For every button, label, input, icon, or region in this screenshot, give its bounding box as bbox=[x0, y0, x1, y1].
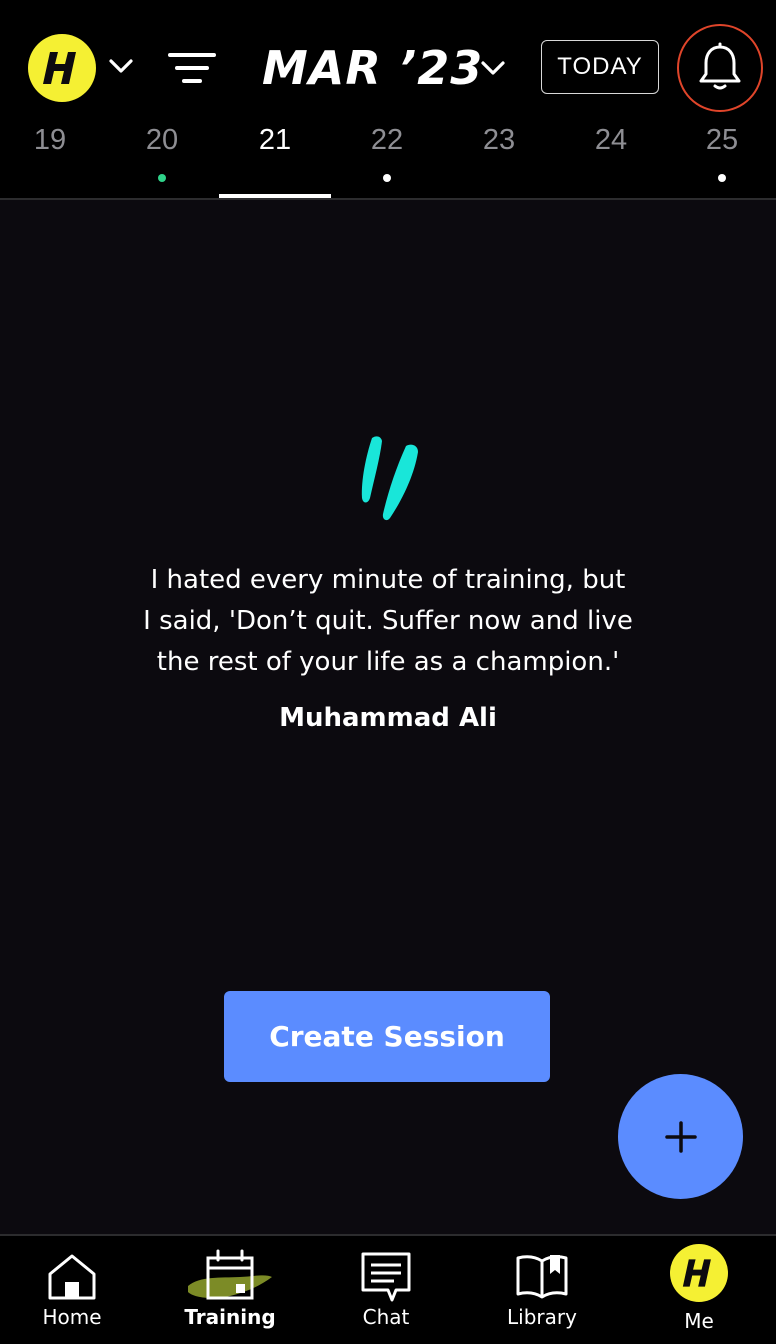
selected-day-indicator bbox=[219, 194, 331, 198]
day-number: 20 bbox=[145, 124, 179, 156]
nav-item-chat[interactable]: Chat bbox=[316, 1236, 456, 1344]
day-number: 19 bbox=[33, 124, 67, 156]
create-session-button[interactable]: Create Session bbox=[224, 991, 550, 1082]
quote-author: Muhammad Ali bbox=[279, 703, 497, 733]
day-number: 22 bbox=[370, 124, 404, 156]
day-22[interactable]: 22 bbox=[331, 118, 443, 198]
day-25[interactable]: 25 bbox=[666, 118, 776, 198]
day-20[interactable]: 20 bbox=[106, 118, 218, 198]
day-number: 21 bbox=[258, 124, 292, 156]
team-logo-icon bbox=[43, 52, 76, 84]
quote-line: I hated every minute of training, but bbox=[150, 565, 626, 595]
filter-icon[interactable] bbox=[166, 48, 218, 88]
quote-text: I hated every minute of training, but I … bbox=[110, 560, 666, 683]
nav-label: Chat bbox=[362, 1305, 410, 1329]
team-logo-button[interactable]: H bbox=[28, 34, 96, 102]
day-23[interactable]: 23 bbox=[443, 118, 555, 198]
bell-icon bbox=[699, 42, 741, 90]
chat-icon bbox=[361, 1252, 411, 1302]
notifications-button[interactable] bbox=[677, 24, 763, 112]
nav-item-training[interactable]: Training bbox=[160, 1236, 300, 1344]
nav-label: Training bbox=[184, 1305, 276, 1329]
nav-item-me[interactable]: Me bbox=[629, 1236, 769, 1344]
plus-icon bbox=[664, 1120, 697, 1153]
quote-line: I said, 'Don’t quit. Suffer now and live bbox=[143, 606, 633, 636]
day-number: 24 bbox=[594, 124, 628, 156]
quote-line: the rest of your life as a champion.' bbox=[156, 647, 620, 677]
top-bar: H MAR ’23 TODAY 19 20 21 22 bbox=[0, 0, 776, 200]
session-dot bbox=[158, 174, 166, 182]
today-button[interactable]: TODAY bbox=[541, 40, 659, 94]
chevron-down-icon[interactable] bbox=[106, 54, 136, 78]
day-21[interactable]: 21 bbox=[219, 118, 331, 198]
bottom-navigation: Home Training Chat Library Me bbox=[0, 1234, 776, 1344]
avatar bbox=[670, 1244, 728, 1302]
quote-mark-icon bbox=[361, 436, 418, 521]
team-logo-icon bbox=[682, 1259, 711, 1287]
day-number: 25 bbox=[705, 124, 739, 156]
session-dot bbox=[718, 174, 726, 182]
nav-label: Home bbox=[42, 1305, 102, 1329]
nav-item-library[interactable]: Library bbox=[472, 1236, 612, 1344]
calendar-icon bbox=[188, 1249, 272, 1300]
day-number: 23 bbox=[482, 124, 516, 156]
home-icon bbox=[48, 1254, 96, 1300]
nav-label: Library bbox=[507, 1305, 577, 1329]
nav-label: Me bbox=[684, 1309, 714, 1333]
week-day-strip: 19 20 21 22 23 24 25 bbox=[0, 118, 776, 198]
day-24[interactable]: 24 bbox=[555, 118, 667, 198]
session-dot bbox=[383, 174, 391, 182]
month-title[interactable]: MAR ’23 bbox=[262, 38, 483, 98]
month-chevron-down-icon[interactable] bbox=[478, 56, 508, 80]
nav-item-home[interactable]: Home bbox=[2, 1236, 142, 1344]
day-19[interactable]: 19 bbox=[0, 118, 106, 198]
book-icon bbox=[516, 1255, 568, 1299]
add-fab-button[interactable]: + bbox=[618, 1074, 743, 1199]
